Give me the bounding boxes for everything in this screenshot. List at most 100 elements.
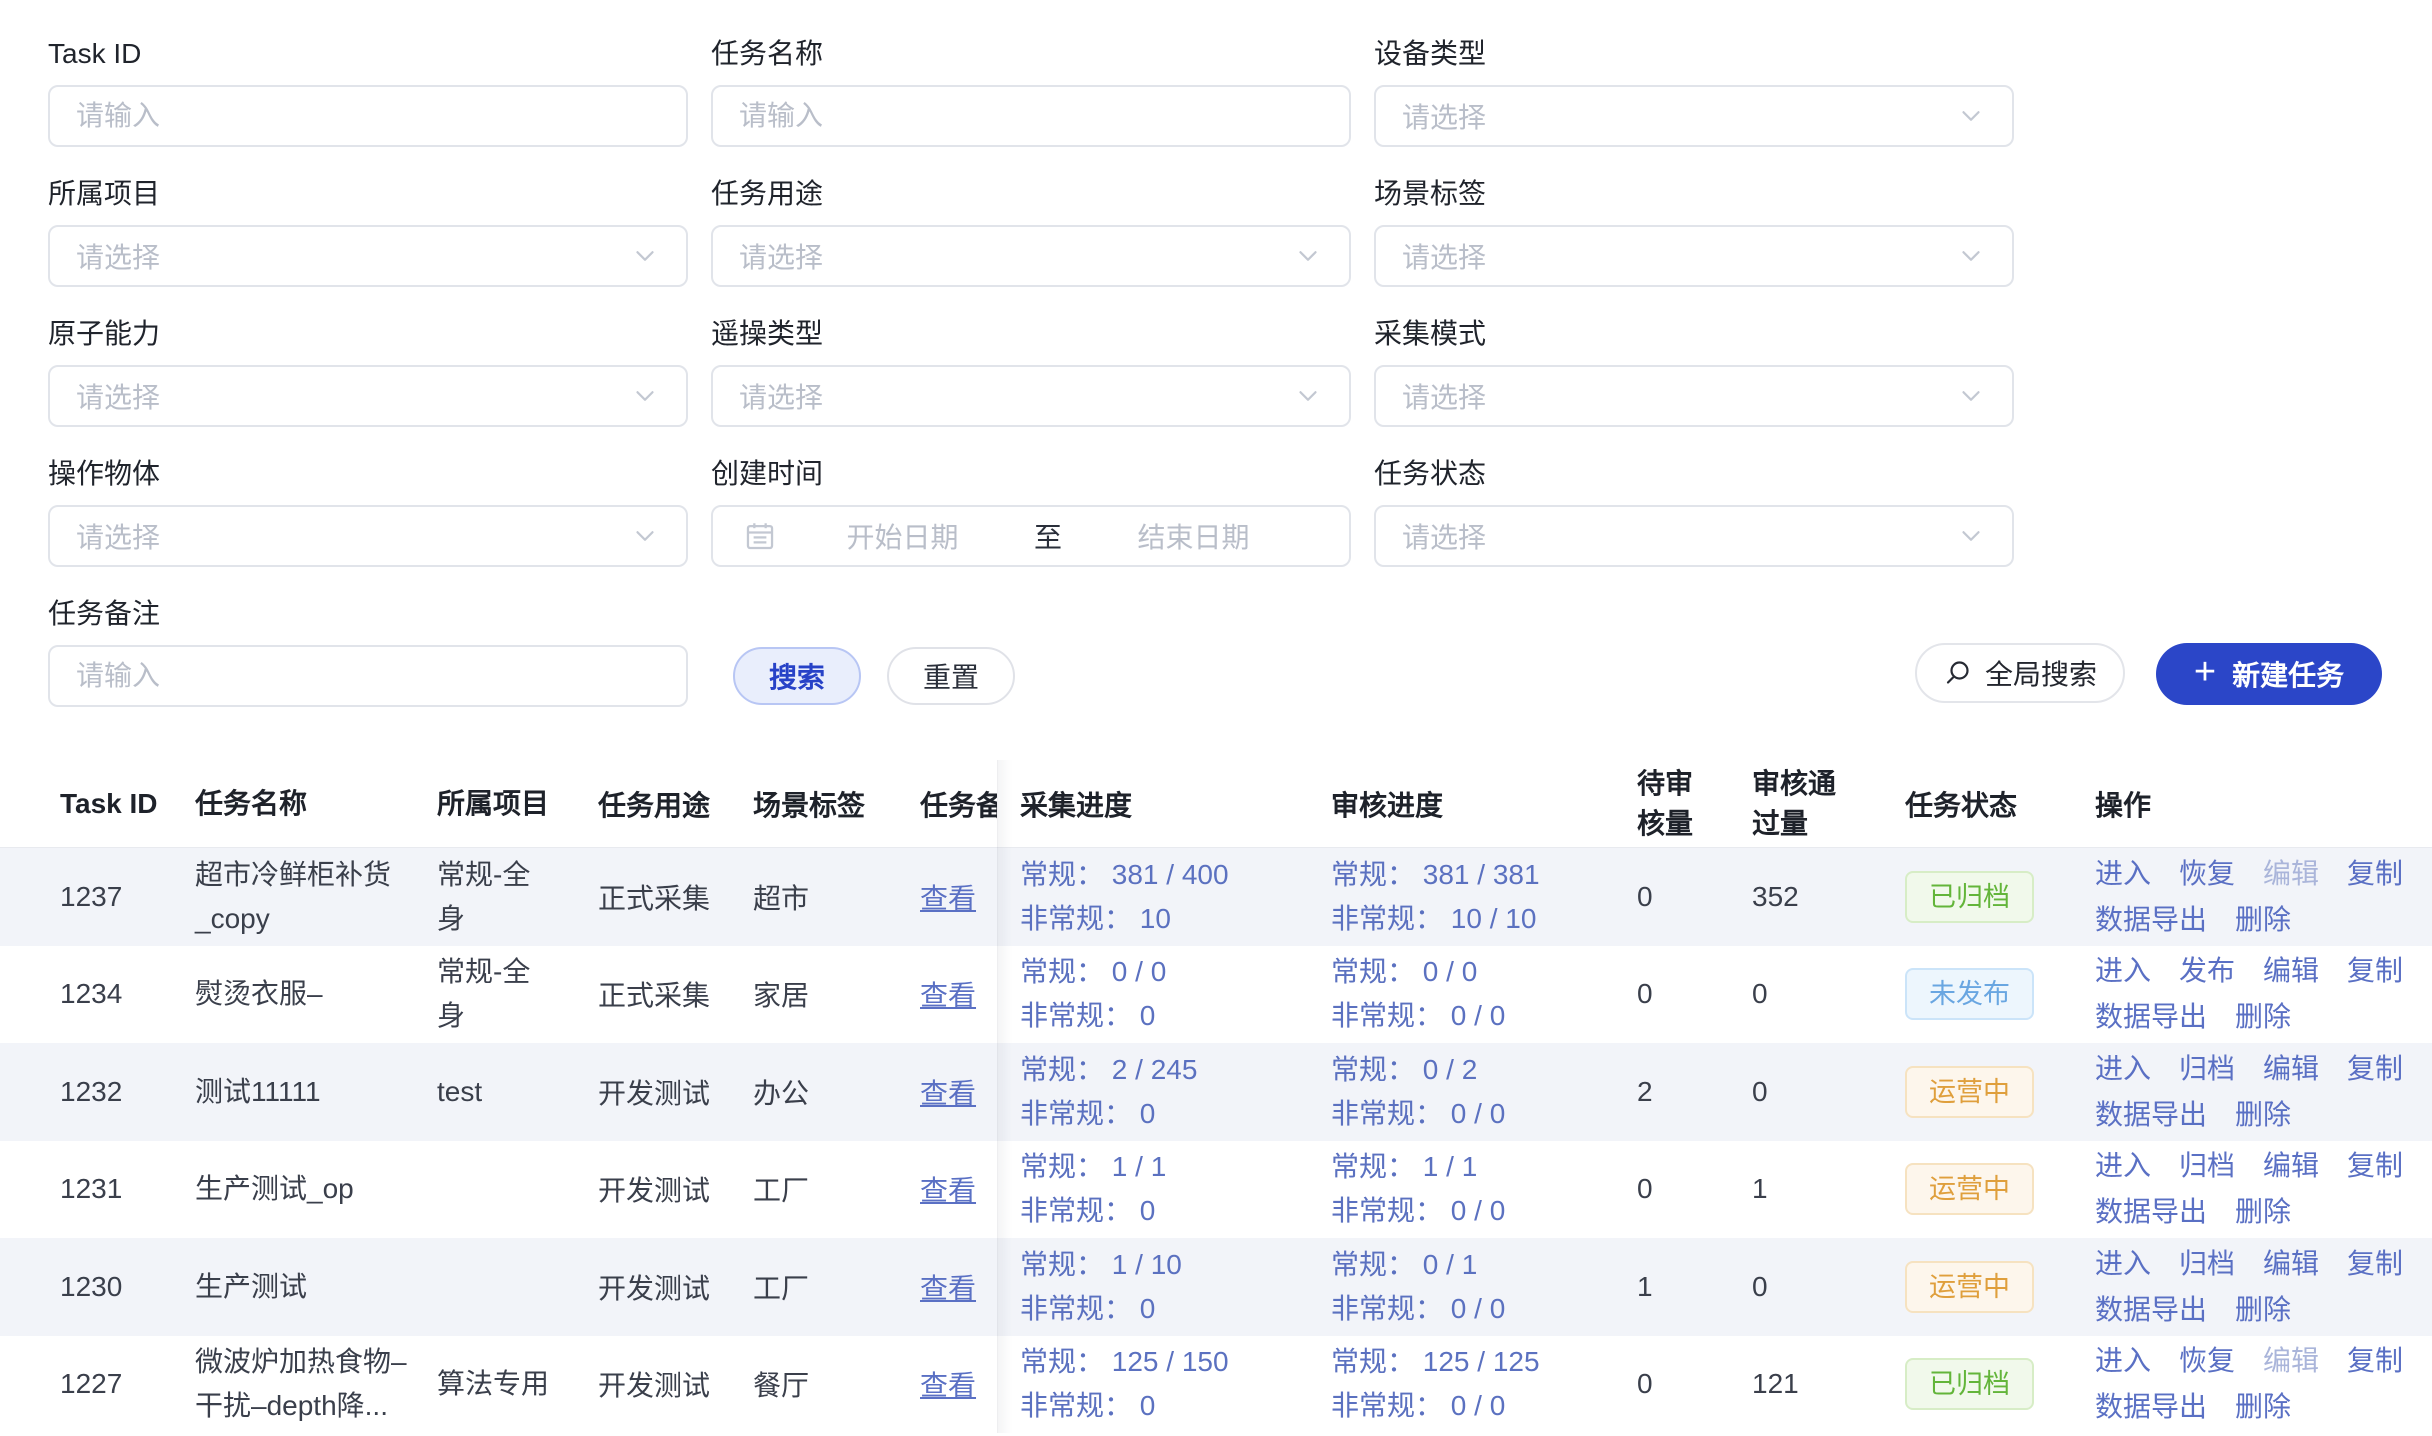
review-regular: 常规： 0 / 2: [1331, 1048, 1477, 1092]
action-link[interactable]: 数据导出: [2095, 1287, 2207, 1333]
remark-view-link[interactable]: 查看: [920, 1072, 976, 1112]
action-link[interactable]: 进入: [2095, 1046, 2151, 1092]
purpose-select[interactable]: 请选择: [711, 225, 1351, 287]
action-link[interactable]: 归档: [2179, 1046, 2235, 1092]
collect-irregular: 非常规： 0: [1020, 994, 1155, 1038]
remark-view-link[interactable]: 查看: [920, 877, 976, 917]
new-task-button[interactable]: + 新建任务: [2156, 643, 2382, 705]
review-irregular: 非常规： 0 / 0: [1331, 1287, 1505, 1331]
filter-row-4: 操作物体 请选择 创建时间 开始日期: [48, 458, 2432, 567]
reset-button[interactable]: 重置: [887, 647, 1015, 705]
action-link[interactable]: 恢复: [2179, 851, 2235, 897]
collect-mode-select[interactable]: 请选择: [1374, 365, 2014, 427]
task-id-input[interactable]: [48, 85, 688, 147]
field-project: 所属项目 请选择: [48, 178, 688, 287]
action-link[interactable]: 复制: [2347, 851, 2403, 897]
action-link[interactable]: 数据导出: [2095, 897, 2207, 943]
action-link[interactable]: 删除: [2235, 994, 2291, 1040]
project-select[interactable]: 请选择: [48, 225, 688, 287]
action-link[interactable]: 删除: [2235, 1092, 2291, 1138]
cell-project: 常规-全身: [437, 848, 598, 946]
action-link[interactable]: 归档: [2179, 1241, 2235, 1287]
action-link[interactable]: 删除: [2235, 897, 2291, 943]
cell-passed-count: 121: [1748, 1336, 1905, 1434]
cell-status: 运营中: [1905, 1238, 2095, 1336]
remark-view-link[interactable]: 查看: [920, 1364, 976, 1404]
action-link[interactable]: 进入: [2095, 1143, 2151, 1189]
action-link[interactable]: 编辑: [2263, 1046, 2319, 1092]
cell-passed-count: 0: [1748, 1238, 1905, 1336]
task-name-input[interactable]: [711, 85, 1351, 147]
object-select[interactable]: 请选择: [48, 505, 688, 567]
remark-view-link[interactable]: 查看: [920, 1169, 976, 1209]
cell-collect-progress: 常规： 381 / 400 非常规： 10: [997, 848, 1331, 946]
device-type-select[interactable]: 请选择: [1374, 85, 2014, 147]
action-link[interactable]: 删除: [2235, 1189, 2291, 1235]
date-start-placeholder[interactable]: 开始日期: [777, 516, 1028, 556]
cell-task-name: 测试11111: [195, 1043, 437, 1141]
action-link[interactable]: 进入: [2095, 851, 2151, 897]
status-badge: 运营中: [1905, 1163, 2034, 1215]
action-link[interactable]: 复制: [2347, 948, 2403, 994]
scene-tag-select[interactable]: 请选择: [1374, 225, 2014, 287]
global-search-button[interactable]: 全局搜索: [1915, 643, 2125, 703]
table-row: 1231 生产测试_op 开发测试 工厂 查看 常规： 1 / 1 非常规： 0…: [0, 1141, 2432, 1239]
cell-remark: 查看: [916, 946, 997, 1044]
action-link[interactable]: 编辑: [2263, 1143, 2319, 1189]
chevron-down-icon: [1956, 241, 1986, 271]
cell-remark: 查看: [916, 1141, 997, 1239]
chevron-down-icon: [1956, 381, 1986, 411]
actions-cell: 进入归档编辑复制数据导出删除: [2095, 1141, 2432, 1239]
action-link[interactable]: 进入: [2095, 1338, 2151, 1384]
chevron-down-icon: [630, 241, 660, 271]
cell-review-progress: 常规： 381 / 381 非常规： 10 / 10: [1331, 848, 1633, 946]
atomic-ability-select[interactable]: 请选择: [48, 365, 688, 427]
action-link[interactable]: 数据导出: [2095, 1189, 2207, 1235]
create-time-range-picker[interactable]: 开始日期 至 结束日期: [711, 505, 1351, 567]
field-task-id: Task ID: [48, 38, 688, 147]
cell-scene: 超市: [753, 848, 916, 946]
collect-irregular: 非常规： 0: [1020, 1092, 1155, 1136]
action-link[interactable]: 删除: [2235, 1384, 2291, 1430]
teleop-type-select[interactable]: 请选择: [711, 365, 1351, 427]
review-regular: 常规： 125 / 125: [1331, 1340, 1540, 1384]
action-link[interactable]: 复制: [2347, 1241, 2403, 1287]
cell-passed-count: 1: [1748, 1141, 1905, 1239]
action-link[interactable]: 复制: [2347, 1046, 2403, 1092]
field-device-type: 设备类型 请选择: [1374, 38, 2014, 147]
select-placeholder: 请选择: [1402, 376, 1956, 416]
remark-view-link[interactable]: 查看: [920, 1267, 976, 1307]
collect-regular: 常规： 125 / 150: [1020, 1340, 1229, 1384]
action-link[interactable]: 数据导出: [2095, 1384, 2207, 1430]
cell-project: 常规-全身: [437, 946, 598, 1044]
task-management-page: Task ID 任务名称 设备类型 请选择 所属项目 请选择: [0, 0, 2432, 1436]
table-body: 1237 超市冷鲜柜补货_copy 常规-全身 正式采集 超市 查看 常规： 3…: [0, 848, 2432, 1433]
action-link[interactable]: 复制: [2347, 1338, 2403, 1384]
remark-view-link[interactable]: 查看: [920, 974, 976, 1014]
filter-form: Task ID 任务名称 设备类型 请选择 所属项目 请选择: [0, 0, 2432, 707]
task-remark-input[interactable]: [48, 645, 688, 707]
field-label: 任务用途: [711, 178, 1351, 210]
action-link[interactable]: 数据导出: [2095, 1092, 2207, 1138]
action-link[interactable]: 归档: [2179, 1143, 2235, 1189]
action-link[interactable]: 恢复: [2179, 1338, 2235, 1384]
review-irregular: 非常规： 0 / 0: [1331, 1189, 1505, 1233]
action-link[interactable]: 发布: [2179, 948, 2235, 994]
action-link[interactable]: 编辑: [2263, 948, 2319, 994]
date-end-placeholder[interactable]: 结束日期: [1068, 516, 1319, 556]
action-link[interactable]: 进入: [2095, 1241, 2151, 1287]
cell-status: 运营中: [1905, 1141, 2095, 1239]
action-link[interactable]: 数据导出: [2095, 994, 2207, 1040]
cell-scene: 工厂: [753, 1238, 916, 1336]
task-status-select[interactable]: 请选择: [1374, 505, 2014, 567]
action-link[interactable]: 删除: [2235, 1287, 2291, 1333]
field-label: 所属项目: [48, 178, 688, 210]
cell-passed-count: 0: [1748, 946, 1905, 1044]
action-link[interactable]: 编辑: [2263, 1241, 2319, 1287]
field-scene-tag: 场景标签 请选择: [1374, 178, 2014, 287]
action-link[interactable]: 复制: [2347, 1143, 2403, 1189]
search-button[interactable]: 搜索: [733, 647, 861, 705]
review-irregular: 非常规： 0 / 0: [1331, 994, 1505, 1038]
action-link[interactable]: 进入: [2095, 948, 2151, 994]
table-header: Task ID 任务名称 所属项目 任务用途 场景标签 任务备注 采集进度 审核…: [0, 760, 2432, 848]
